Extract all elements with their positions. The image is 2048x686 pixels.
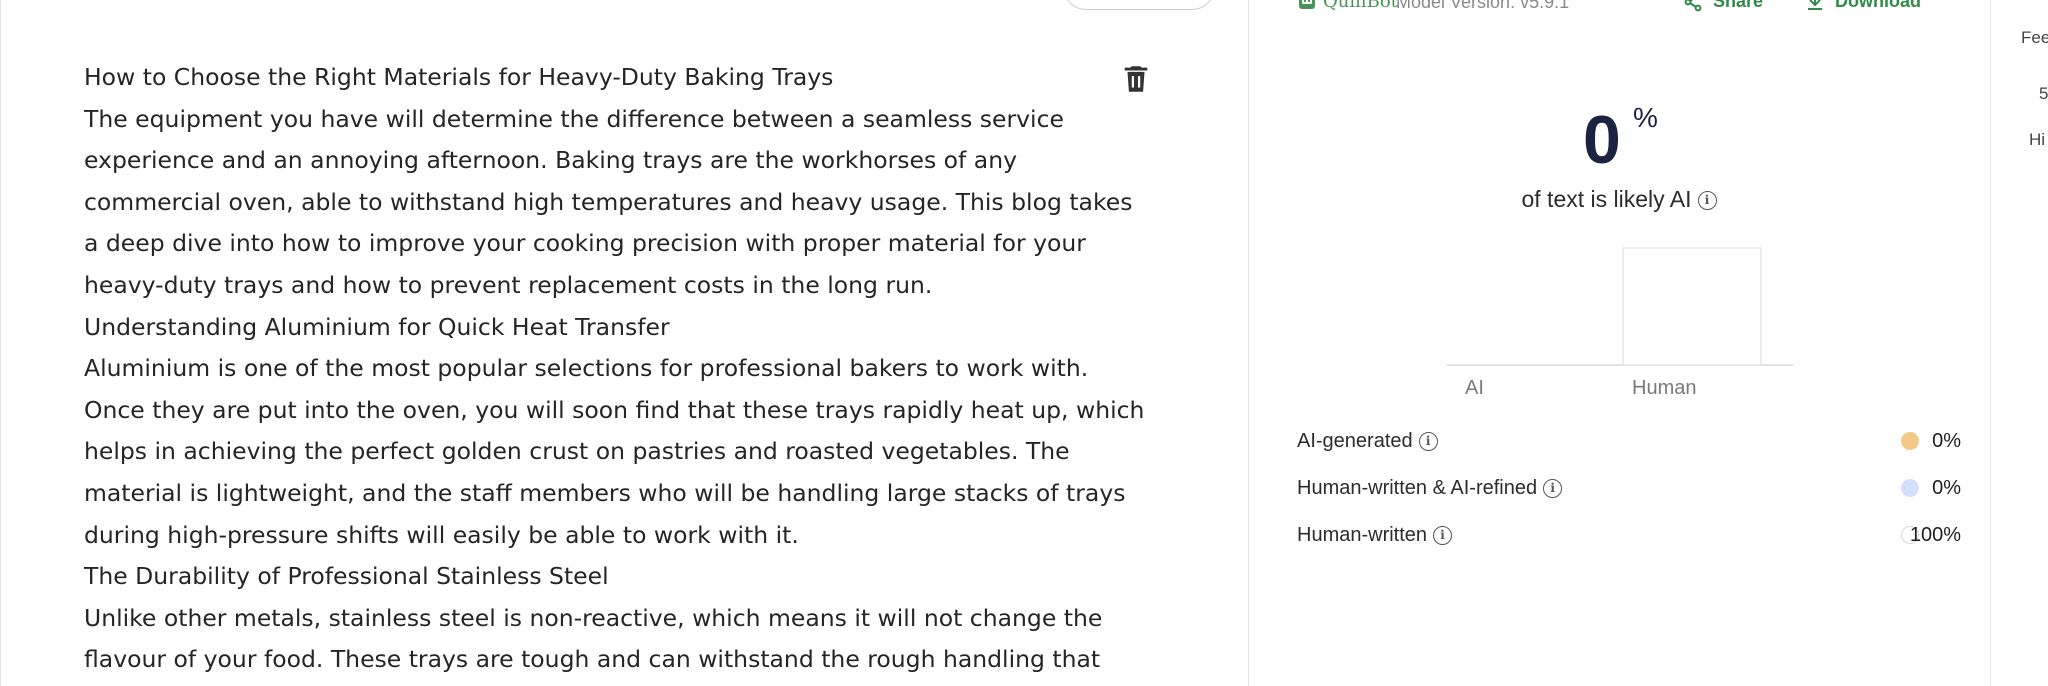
article-line: during high-pressure shifts will easily … xyxy=(84,520,799,549)
side-panel-edge: Fee 5 Hi xyxy=(1990,0,2048,686)
editor-pane: How to Choose the Right Materials for He… xyxy=(0,0,1248,686)
article-line: helps in achieving the perfect golden cr… xyxy=(84,437,1070,466)
article-line: a deep dive into how to improve your coo… xyxy=(84,229,1086,258)
side-edge-value: 5 xyxy=(2039,84,2048,103)
article-line: experience and an annoying afternoon. Ba… xyxy=(84,146,1018,175)
legend-label: Human-written xyxy=(1297,523,1428,546)
legend-human-ai-refined: Human-written & AI-refined i 0% xyxy=(1297,473,1961,503)
ai-vs-human-chart: AI Human xyxy=(1249,0,1989,420)
article-line: Unlike other metals, stainless steel is … xyxy=(84,603,1103,632)
legend-value: 0% xyxy=(1932,476,1961,499)
info-icon[interactable]: i xyxy=(1433,525,1453,545)
legend-ai-generated: AI-generated i 0% xyxy=(1297,426,1961,456)
article-line: heavy-duty trays and how to prevent repl… xyxy=(84,270,933,299)
trash-icon[interactable] xyxy=(1119,62,1153,96)
results-pane: QuillBot Model Version: v5.9.1 Share Dow… xyxy=(1249,0,1989,686)
side-edge-label: Hi xyxy=(2029,130,2046,149)
article-line: The equipment you have will determine th… xyxy=(84,104,1064,133)
info-icon[interactable]: i xyxy=(1543,478,1563,498)
article-title: How to Choose the Right Materials for He… xyxy=(84,63,834,91)
bar-human xyxy=(1622,247,1762,366)
article-subheading: The Durability of Professional Stainless… xyxy=(84,562,609,591)
article-line: Aluminium is one of the most popular sel… xyxy=(84,354,1089,383)
legend-label: Human-written & AI-refined xyxy=(1297,476,1538,499)
feedback-label[interactable]: Fee xyxy=(2021,28,2048,48)
x-tick-label-ai: AI xyxy=(1465,377,1484,399)
legend-value: 100% xyxy=(1909,523,1961,546)
article-line: material is lightweight, and the staff m… xyxy=(84,478,1126,507)
legend-human-written: Human-written i 100% xyxy=(1297,520,1961,550)
info-icon[interactable]: i xyxy=(1418,431,1438,451)
top-pill-button[interactable] xyxy=(1063,0,1215,10)
legend-value: 0% xyxy=(1932,429,1961,452)
legend-label: AI-generated xyxy=(1297,429,1413,452)
article-text[interactable]: How to Choose the Right Materials for He… xyxy=(84,57,1145,681)
article-line: Once they are put into the oven, you wil… xyxy=(84,395,1145,424)
article-line: flavour of your food. These trays are to… xyxy=(84,645,1101,674)
article-line: commercial oven, able to withstand high … xyxy=(84,187,1133,216)
x-tick-label-human: Human xyxy=(1632,377,1696,399)
article-subheading: Understanding Aluminium for Quick Heat T… xyxy=(84,312,670,341)
